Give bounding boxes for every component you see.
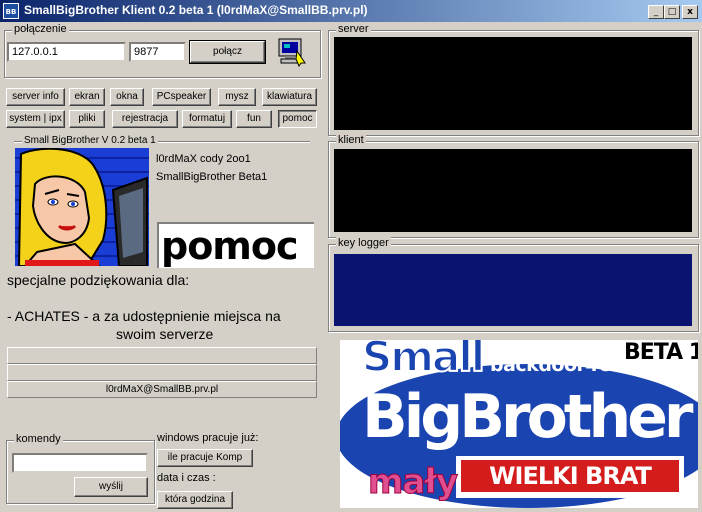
uptime-label: windows pracuje już: — [157, 432, 259, 444]
ip-address-field[interactable]: 127.0.0.1 — [7, 42, 126, 62]
email-bar[interactable]: l0rdMaX@SmallBB.prv.pl — [7, 381, 317, 398]
tab-formatuj[interactable]: formatuj — [182, 110, 232, 128]
status-bar-1 — [7, 347, 317, 364]
port-field[interactable]: 9877 — [129, 42, 186, 62]
pomoc-banner-text: pomoc — [161, 224, 299, 268]
tab-fun[interactable]: fun — [236, 110, 272, 128]
logo-wielki-brat-text: WIELKI BRAT — [489, 462, 652, 490]
keylogger-output[interactable] — [334, 254, 692, 326]
tab-rejestracja[interactable]: rejestracja — [112, 110, 178, 128]
commands-group-label: komendy — [14, 433, 63, 445]
pomoc-banner: pomoc — [157, 222, 314, 268]
client-output[interactable] — [334, 149, 692, 232]
bigbrother-logo: Small backdoor4U BETA 1 BigBrother mały … — [340, 340, 698, 508]
logo-maly-text: mały — [367, 462, 458, 503]
tab-pomoc[interactable]: pomoc — [278, 110, 317, 128]
tab-okna[interactable]: okna — [110, 88, 144, 106]
achates-line-2: swoim serverze — [116, 326, 214, 342]
maximize-button[interactable]: □ — [664, 5, 680, 19]
logo-backdoor-text: backdoor4U — [490, 354, 614, 376]
connection-group-label: połączenie — [12, 23, 69, 35]
tab-pliki[interactable]: pliki — [69, 110, 105, 128]
tab-ekran[interactable]: ekran — [69, 88, 105, 106]
keylogger-group-label: key logger — [336, 237, 391, 249]
uptime-button[interactable]: ile pracuje Komp — [157, 449, 253, 467]
logo-small-text: Small — [361, 340, 486, 382]
author-line: l0rdMaX cody 2oo1 — [156, 153, 251, 165]
window-title: SmallBigBrother Klient 0.2 beta 1 (l0rdM… — [24, 3, 368, 17]
app-line: SmallBigBrother Beta1 — [156, 171, 268, 183]
time-button[interactable]: która godzina — [157, 491, 233, 509]
help-group-label: Small BigBrother V 0.2 beta 1 — [22, 135, 158, 146]
server-group-label: server — [336, 23, 371, 35]
tab-server-info[interactable]: server info — [6, 88, 65, 106]
connect-button[interactable]: połącz — [189, 40, 266, 64]
app-icon[interactable]: BB — [3, 3, 19, 19]
logo-beta-text: BETA 1 — [624, 340, 698, 365]
send-button[interactable]: wyślij — [74, 477, 148, 497]
achates-line-1: - ACHATES - a za udostępnienie miejsca n… — [7, 308, 281, 324]
client-group-label: klient — [336, 134, 366, 146]
tab-klawiatura[interactable]: klawiatura — [262, 88, 317, 106]
tab-mysz[interactable]: mysz — [218, 88, 256, 106]
minimize-button[interactable]: _ — [648, 5, 664, 19]
server-output[interactable] — [334, 37, 692, 130]
computer-icon — [277, 37, 307, 68]
cartoon-woman-image — [15, 147, 149, 267]
close-button[interactable]: x — [682, 5, 698, 19]
tab-pcspeaker[interactable]: PCspeaker — [152, 88, 211, 106]
date-label: data i czas : — [157, 472, 216, 484]
tab-system-ipx[interactable]: system | ipx — [6, 110, 65, 128]
thanks-heading: specjalne podziękowania dla: — [7, 272, 190, 288]
command-input[interactable] — [12, 453, 148, 473]
logo-bigbrother-text: BigBrother — [362, 382, 693, 452]
status-bar-2 — [7, 364, 317, 381]
